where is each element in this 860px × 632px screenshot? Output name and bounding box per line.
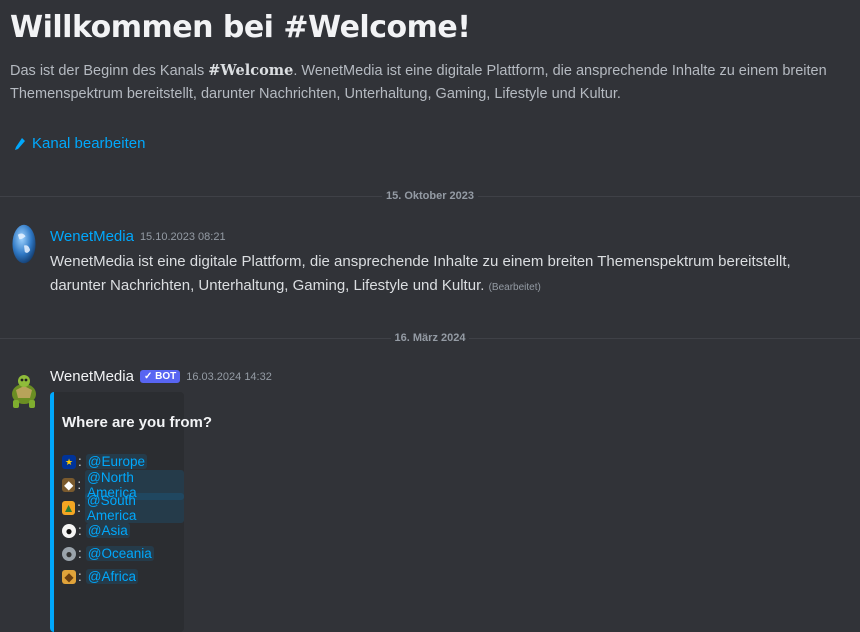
pencil-icon — [15, 137, 25, 150]
date-divider-label: 16. März 2024 — [394, 332, 466, 344]
role-mention[interactable]: @Oceania — [85, 546, 154, 561]
role-separator: : — [77, 477, 82, 492]
message-timestamp: 15.10.2023 08:21 — [139, 230, 226, 243]
koala-icon: ● — [62, 546, 76, 561]
eu-flag-icon: ★ — [62, 454, 76, 469]
date-divider: 16. März 2024 — [0, 330, 860, 346]
role-mention[interactable]: @Europe — [85, 454, 148, 469]
role-mention[interactable]: @Africa — [85, 569, 138, 584]
channel-name: #Welcome — [208, 62, 294, 79]
message-author[interactable]: WenetMedia — [50, 228, 134, 245]
giraffe-icon: ◆ — [62, 569, 76, 584]
welcome-desc-prefix: Das ist der Beginn des Kanals — [10, 63, 209, 79]
message-content: WenetMedia ist eine digitale Plattform, … — [50, 250, 850, 300]
role-row-south-america: ▲ : @South America — [62, 492, 184, 523]
role-separator: : — [78, 523, 82, 538]
message-author[interactable]: WenetMedia — [50, 368, 134, 385]
channel-welcome-header: Willkommen bei #Welcome! Das ist der Beg… — [10, 10, 850, 106]
role-list: ★ : @Europe ◆ : @North America ▲ : @Sout… — [62, 450, 184, 588]
role-row-africa: ◆ : @Africa — [62, 565, 184, 588]
bot-badge: ✓ BOT — [139, 370, 181, 383]
message-timestamp: 16.03.2024 14:32 — [186, 370, 272, 383]
message-text: WenetMedia ist eine digitale Plattform, … — [50, 253, 791, 294]
date-divider-label: 15. Oktober 2023 — [385, 190, 475, 202]
eagle-icon: ◆ — [62, 477, 76, 492]
edited-marker: (Bearbeitet) — [488, 282, 541, 293]
panda-icon: ● — [62, 523, 76, 538]
role-mention[interactable]: @Asia — [85, 523, 130, 538]
edit-channel-link[interactable]: Kanal bearbeiten — [14, 135, 145, 152]
edit-channel-label: Kanal bearbeiten — [32, 135, 146, 152]
role-separator: : — [77, 500, 81, 515]
role-row-oceania: ● : @Oceania — [62, 542, 184, 565]
welcome-description: Das ist der Beginn des Kanals #Welcome. … — [10, 59, 850, 106]
role-separator: : — [78, 546, 82, 561]
date-divider: 15. Oktober 2023 — [0, 188, 860, 204]
role-embed: Where are you from? ★ : @Europe ◆ : @Nor… — [50, 392, 212, 632]
role-separator: : — [78, 454, 82, 469]
welcome-title: Willkommen bei #Welcome! — [10, 10, 471, 45]
embed-title: Where are you from? — [62, 414, 213, 431]
globe-avatar[interactable] — [8, 224, 40, 264]
role-separator: : — [78, 569, 82, 584]
role-mention[interactable]: @South America — [84, 492, 184, 523]
turtle-avatar[interactable] — [8, 372, 40, 412]
south-america-icon: ▲ — [62, 500, 76, 515]
